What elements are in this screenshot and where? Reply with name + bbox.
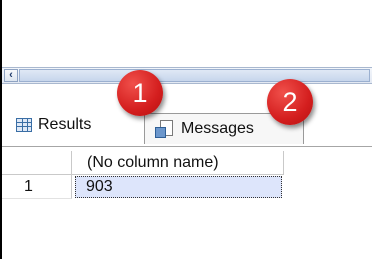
chevron-left-icon[interactable]: ‹: [4, 69, 18, 82]
scrollbar-track[interactable]: [19, 69, 370, 82]
tab-messages-label: Messages: [181, 120, 254, 137]
row-number-header[interactable]: [2, 151, 72, 175]
messages-icon: [155, 120, 173, 138]
tab-results[interactable]: Results: [8, 114, 150, 136]
callout-badge-1: 1: [117, 70, 163, 116]
results-tab-strip: Results Messages: [2, 84, 372, 147]
grid-header: (No column name): [2, 151, 287, 175]
row-number[interactable]: 1: [2, 175, 72, 199]
tab-results-label: Results: [38, 116, 92, 133]
query-editor-pane[interactable]: [2, 0, 372, 67]
result-cell[interactable]: 903: [75, 176, 282, 198]
table-row[interactable]: 1 903: [2, 175, 287, 199]
horizontal-scrollbar[interactable]: ‹: [2, 67, 372, 84]
results-grid[interactable]: (No column name) 1 903: [2, 147, 372, 259]
callout-badge-2: 2: [267, 79, 313, 125]
column-header[interactable]: (No column name): [72, 151, 284, 175]
grid-icon: [16, 118, 32, 132]
